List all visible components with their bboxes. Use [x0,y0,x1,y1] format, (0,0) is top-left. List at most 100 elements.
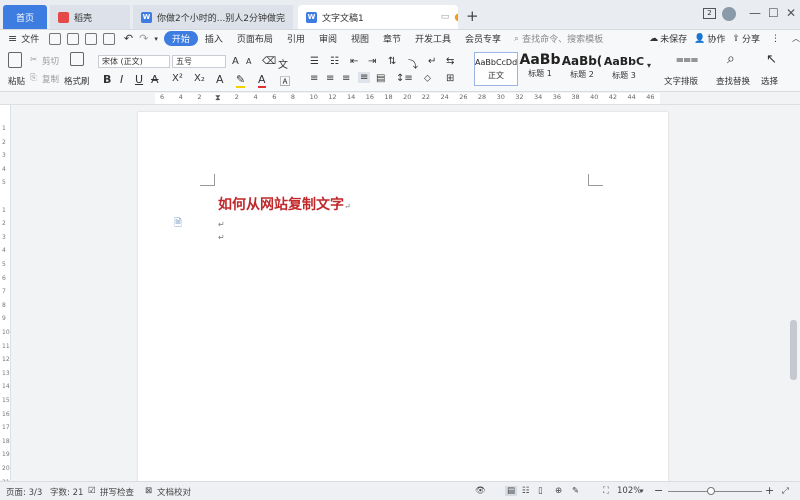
bullets-icon[interactable]: ☰ [310,56,319,67]
export-pdf-icon[interactable] [67,32,80,45]
chinese-layout-icon[interactable]: ⇅ [388,56,396,67]
font-color-icon[interactable]: A [258,73,266,88]
zoom-out-icon[interactable]: − [654,484,663,497]
zoom-in-icon[interactable]: + [765,484,774,497]
format-painter-icon[interactable] [70,52,84,66]
minimize-icon[interactable]: — [749,6,761,20]
tab-document-active[interactable]: W 文字文稿1 ▭ ● [298,5,458,29]
tab-home[interactable]: 首页 [3,5,47,29]
zoom-level[interactable]: 102% [617,486,641,496]
paste-icon[interactable] [8,52,22,68]
distribute-icon[interactable]: ▤ [376,73,385,84]
copy-button[interactable]: 复制 [42,73,59,85]
text-layout-button[interactable]: 文字排版 [664,75,698,87]
phonetic-icon[interactable]: 文 [278,56,288,71]
qa-dropdown-icon[interactable]: ▾ [154,35,158,43]
share-button[interactable]: 分享 [740,32,767,45]
doc-proof-button[interactable]: 文档校对 [157,486,191,498]
font-size-select[interactable]: 五号 [172,55,226,68]
fit-page-icon[interactable]: ⛶ [603,486,609,496]
web-view-icon[interactable]: ⊕ [555,486,562,496]
collab-button[interactable]: 协作 [705,32,732,45]
grow-font-icon[interactable]: A [232,56,239,67]
page-counter-badge[interactable]: 2 [703,8,716,19]
document-page[interactable]: 🗎 如何从网站复制文字↵ ↵ ↵ [138,112,668,482]
maximize-icon[interactable]: ☐ [768,6,779,20]
collapse-ribbon-icon[interactable]: ︿ [792,33,800,44]
menu-member[interactable]: 会员专享 [458,32,508,45]
print-preview-icon[interactable] [103,32,115,45]
menu-page-layout[interactable]: 页面布局 [230,32,280,45]
styles-more-icon[interactable]: ▾ [647,61,651,70]
word-count[interactable]: 字数: 21 [50,486,83,498]
numbering-icon[interactable]: ☷ [330,56,339,67]
zoom-slider-handle[interactable] [707,487,715,495]
shrink-font-icon[interactable]: A [246,57,251,66]
outline-view-icon[interactable]: ☷ [522,486,530,496]
style-heading-3[interactable]: AaBbC 标题 3 [602,52,646,86]
bold-icon[interactable]: B [103,73,111,86]
write-mode-icon[interactable]: ✎ [572,486,579,496]
save-icon[interactable] [49,32,62,45]
zoom-dropdown-icon[interactable]: ▾ [640,487,644,495]
reading-view-icon[interactable]: ▯ [538,486,543,496]
border-icon[interactable]: ⊞ [446,73,454,84]
new-tab-button[interactable]: + [466,7,479,25]
zoom-slider-track[interactable] [668,491,762,492]
format-painter-button[interactable]: 格式刷 [64,75,90,87]
tab-leader-icon[interactable]: ⇆ [446,56,454,67]
menu-start[interactable]: 开始 [163,31,198,46]
menu-file[interactable]: 文件 [17,32,46,45]
more-icon[interactable]: ⋮ [771,34,780,44]
menu-section[interactable]: 章节 [376,32,408,45]
vertical-scrollbar[interactable] [788,105,800,480]
highlight-icon[interactable]: ✎ [236,73,246,88]
vertical-ruler[interactable]: 12345123456789101112131415161718192021 [0,105,11,486]
superscript-icon[interactable]: X² [172,73,183,84]
menu-review[interactable]: 审阅 [312,32,344,45]
sort-icon[interactable]: ⤵ [408,56,418,71]
page-view-icon[interactable]: ▤ [505,486,518,496]
close-icon[interactable]: ✕ [786,6,796,20]
line-spacing-icon[interactable]: ↕≡ [396,73,413,84]
unsaved-status[interactable]: 未保存 [658,32,694,45]
fullscreen-icon[interactable]: ⤢ [782,486,789,496]
paste-button[interactable]: 粘贴 [8,75,25,87]
underline-icon[interactable]: U [135,73,143,86]
paragraph-handle-icon[interactable]: 🗎 [174,216,182,233]
style-heading-2[interactable]: AaBb( 标题 2 [560,52,604,86]
eye-protection-icon[interactable]: 👁 [475,486,486,496]
char-border-icon[interactable]: 🄰 [280,73,290,88]
justify-icon[interactable]: ≡ [358,72,371,83]
align-left-icon[interactable]: ≡ [310,73,318,84]
cut-button[interactable]: 剪切 [42,55,59,67]
print-icon[interactable] [85,32,97,45]
scrollbar-thumb[interactable] [790,320,797,380]
decrease-indent-icon[interactable]: ⇤ [350,56,358,67]
find-replace-button[interactable]: 查找替换 [716,75,750,87]
subscript-icon[interactable]: X₂ [194,73,205,84]
show-marks-icon[interactable]: ↵ [428,56,436,67]
align-center-icon[interactable]: ≡ [326,73,334,84]
font-name-select[interactable]: 宋体 (正文) [98,55,170,68]
spell-check-button[interactable]: 拼写检查 [100,486,134,498]
command-search-input[interactable]: 查找命令、搜索模板 [522,32,649,45]
strikethrough-icon[interactable]: A [151,73,159,86]
italic-icon[interactable]: I [120,73,123,86]
undo-icon[interactable]: ↶ [124,32,133,45]
menu-view[interactable]: 视图 [344,32,376,45]
redo-icon[interactable]: ↷ [139,32,148,45]
hamburger-icon[interactable]: ≡ [8,32,17,45]
horizontal-ruler[interactable]: 6 4 2 2 4 6 8 10 12 14 16 18 20 22 24 26 28 30 32 34 36 38 40 4… [0,92,800,105]
tab-docer[interactable]: 稻壳 [50,5,130,29]
align-right-icon[interactable]: ≡ [342,73,350,84]
text-effect-icon[interactable]: A [216,73,224,86]
select-button[interactable]: 选择 [761,75,778,87]
clear-format-icon[interactable]: ⌫ [262,56,276,67]
increase-indent-icon[interactable]: ⇥ [368,56,376,67]
tab-document-2[interactable]: W 你做2个小时的...别人2分钟做完 [133,5,293,29]
shading-icon[interactable]: ⬦ [424,73,431,84]
avatar[interactable] [722,7,736,21]
menu-developer[interactable]: 开发工具 [408,32,458,45]
style-normal[interactable]: AaBbCcDd 正文 [474,52,518,86]
